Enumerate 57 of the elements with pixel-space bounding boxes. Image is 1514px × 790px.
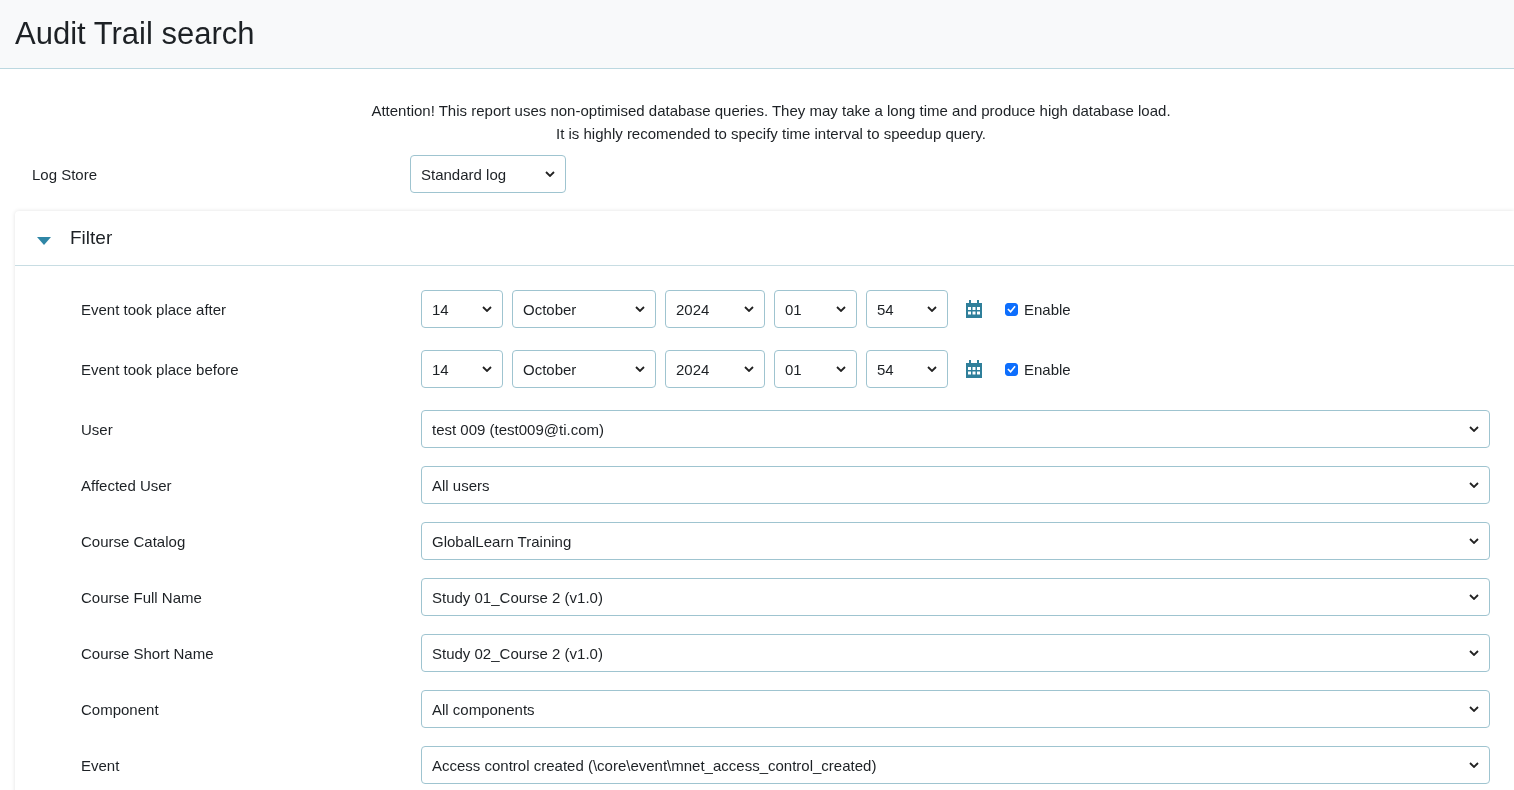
enable-checkbox[interactable] <box>1005 302 1018 316</box>
field-label: Course Full Name <box>81 588 203 606</box>
chevron-down-icon <box>836 366 846 372</box>
chevron-down-icon <box>1469 650 1479 656</box>
date-part-dropdown[interactable]: 14 <box>421 290 503 328</box>
filter-dropdown[interactable]: All users <box>421 466 1490 504</box>
filter-title[interactable]: Filter <box>70 227 113 249</box>
filter-dropdown[interactable]: GlobalLearn Training <box>421 522 1490 560</box>
date-part-dropdown[interactable]: October <box>512 290 656 328</box>
date-part-dropdown[interactable]: 2024 <box>665 350 765 388</box>
chevron-down-icon <box>927 306 937 312</box>
chevron-down-icon <box>744 366 754 372</box>
date-part-dropdown[interactable]: 2024 <box>665 290 765 328</box>
date-part-dropdown[interactable]: 14 <box>421 350 503 388</box>
page-title: Audit Trail search <box>15 16 255 52</box>
date-part-dropdown[interactable]: 54 <box>866 290 948 328</box>
caret-down-icon[interactable] <box>37 237 51 245</box>
chevron-down-icon <box>1469 538 1479 544</box>
filter-dropdown[interactable]: Study 01_Course 2 (v1.0) <box>421 578 1490 616</box>
calendar-icon[interactable] <box>966 300 982 318</box>
chevron-down-icon <box>1469 594 1479 600</box>
chevron-down-icon <box>1469 706 1479 712</box>
notice-text: It is highly recomended to specify time interval to speedup query. <box>555 124 987 144</box>
date-part-dropdown[interactable]: 01 <box>774 290 857 328</box>
field-label: Component <box>81 700 160 718</box>
field-label: Log Store <box>31 165 99 183</box>
chevron-down-icon <box>1469 482 1479 488</box>
filter-dropdown[interactable]: test 009 (test009@ti.com) <box>421 410 1490 448</box>
checkbox-label[interactable]: Enable <box>1024 360 1071 378</box>
filter-dropdown[interactable]: Study 02_Course 2 (v1.0) <box>421 634 1490 672</box>
field-label: Event took place after <box>81 300 228 318</box>
field-label: Course Short Name <box>81 644 215 662</box>
chevron-down-icon <box>927 366 937 372</box>
chevron-down-icon <box>635 366 645 372</box>
filter-dropdown[interactable]: All components <box>421 690 1490 728</box>
checkbox-label[interactable]: Enable <box>1024 300 1071 318</box>
date-part-dropdown[interactable]: 54 <box>866 350 948 388</box>
chevron-down-icon <box>635 306 645 312</box>
chevron-down-icon <box>1469 426 1479 432</box>
chevron-down-icon <box>1469 762 1479 768</box>
calendar-icon[interactable] <box>966 360 982 378</box>
field-label: Course Catalog <box>81 532 187 550</box>
field-label: Event took place before <box>81 360 240 378</box>
notice-text: Attention! This report uses non-optimised database queries. They may take a long time and produce high database load. <box>370 101 1172 121</box>
chevron-down-icon <box>836 306 846 312</box>
chevron-down-icon <box>482 306 492 312</box>
enable-checkbox[interactable] <box>1005 362 1018 376</box>
field-label: User <box>81 420 114 438</box>
chevron-down-icon <box>744 306 754 312</box>
log-store-dropdown[interactable]: Standard log <box>410 155 566 193</box>
field-label: Event <box>81 756 121 774</box>
filter-dropdown[interactable]: Access control created (\core\event\mnet_access_control_created) <box>421 746 1490 784</box>
date-part-dropdown[interactable]: 01 <box>774 350 857 388</box>
chevron-down-icon <box>545 171 555 177</box>
date-part-dropdown[interactable]: October <box>512 350 656 388</box>
field-label: Affected User <box>81 476 173 494</box>
chevron-down-icon <box>482 366 492 372</box>
